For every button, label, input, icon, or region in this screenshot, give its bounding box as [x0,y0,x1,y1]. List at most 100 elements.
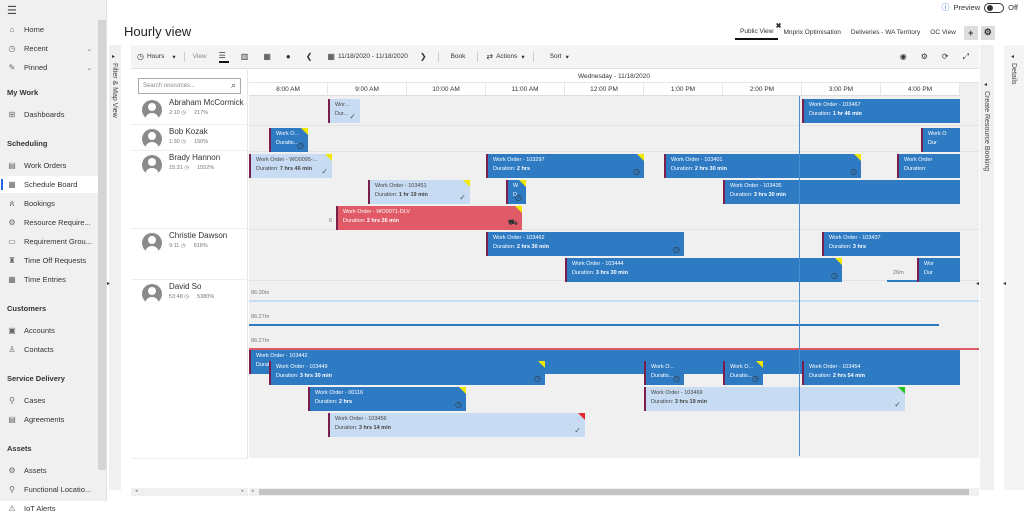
sidebar-item-assets[interactable]: ⚙ Assets [0,462,98,479]
sidebar-item-recent[interactable]: ◷ Recent ⌄ [0,40,98,57]
booking-card[interactable]: W D ◷ [506,180,526,204]
resource-name[interactable]: Brady Hannon [169,153,220,162]
expand-icon[interactable]: ⤢ [963,52,969,62]
details-panel-toggle[interactable]: ◂ Details ◂ [1003,45,1024,490]
filter-map-panel-toggle[interactable]: ▸ Filter & Map View ▸ [107,45,121,490]
add-tab-button[interactable]: + [963,25,978,40]
chevron-down-icon[interactable]: ⌄ [86,64,92,72]
next-date-button[interactable]: ❯ [420,52,430,61]
booking-card[interactable]: Work O Dur [921,128,960,152]
booking-card[interactable]: Work Order - 103467 Duration: 1 hr 46 mi… [802,99,960,123]
schedule-grid[interactable]: Wednesday - 11/18/2020 8:00 AM 9:00 AM 10:… [249,70,979,488]
actions-dropdown[interactable]: ⇄ Actions ▾ [486,52,524,61]
duration-prefix: Duration: [315,399,339,405]
booking-card[interactable]: Work Order - 103436 Duration: 3 hrs 30 m… [723,180,960,204]
resource-row[interactable]: Bob Kozak 1:30 ◷ 150% [131,125,248,151]
chevron-down-icon[interactable]: ⌄ [86,45,92,53]
scroll-left-icon[interactable]: ◂ [251,488,254,494]
settings-gear-icon[interactable]: ⚙ [921,52,928,62]
booking-card[interactable]: Work Order - 103451 Duration: 1 hr 19 mi… [368,180,470,204]
scroll-left-icon[interactable]: ◂ [135,488,138,494]
sidebar-item-work-orders[interactable]: ▤ Work Orders [0,157,98,174]
booking-card[interactable]: Work Order - WO0071-DLV Duration: 2 hrs … [336,206,522,230]
booking-card[interactable]: Work Order - 103449 Duration: 3 hrs 30 m… [269,361,545,385]
sidebar-item-cases[interactable]: ⚲ Cases [0,392,98,409]
booking-card[interactable]: Work Order - 103462 Duration: 2 hrs 30 m… [486,232,684,256]
preview-toggle[interactable] [984,2,1005,13]
sidebar-item-schedule-board[interactable]: ▦ Schedule Board [0,176,98,193]
sidebar-item-pinned[interactable]: ✎ Pinned ⌄ [0,59,98,76]
sidebar-item-label: Home [24,25,45,34]
booking-card[interactable]: Work Order - 103456 Duration: 3 hrs 14 m… [328,413,585,437]
sidebar-item-contacts[interactable]: ♙ Contacts [0,341,98,358]
booking-card[interactable]: Work Order - 103401 Duration: 2 hrs 30 m… [664,154,861,178]
duration-prefix: Duration: [671,166,695,172]
sidebar-item-agreements[interactable]: ▤ Agreements [0,411,98,428]
resource-name[interactable]: Abraham McCormick [169,98,244,107]
booking-card[interactable]: Work Order - 103454 Duration: 2 hrs 54 m… [802,361,960,385]
create-resource-booking-panel-toggle[interactable]: ◂ Create Resource Booking ◂ [976,45,994,490]
booking-card[interactable]: Work Order - 00116 Duration: 2 hrs ◷ [308,387,466,411]
search-icon[interactable]: ⌕ [231,80,236,91]
booking-title: Work Order - 103297 [493,157,545,163]
resource-row[interactable]: Brady Hannon 15:31 ◷ 1552% [131,151,248,229]
sidebar-item-bookings[interactable]: ጸ Bookings [0,195,98,212]
hours-dropdown[interactable]: ◷ Hours ▾ [137,52,176,61]
sidebar-item-dashboards[interactable]: ⊞ Dashboards [0,106,98,123]
booking-card[interactable]: Work Order - 103297 Duration: 2 hrs ◷ [486,154,644,178]
collapse-arrow-icon[interactable]: ◂ [976,280,979,287]
scrollbar-thumb[interactable] [259,489,969,495]
iot-icon: ⚠ [8,504,16,513]
booked-hours: 1:30 [169,139,180,145]
resource-row[interactable]: Abraham McCormick 2:10 ◷ 217% [131,96,248,125]
date-picker[interactable]: ▦ 11/18/2020 - 11/18/2020 [327,52,407,61]
list-view-button[interactable]: ☰ [218,51,229,63]
sidebar-item-accounts[interactable]: ▣ Accounts [0,322,98,339]
booking-card[interactable]: Work Order - 103444 Duration: 3 hrs 30 m… [565,258,842,282]
vertical-view-button[interactable]: ▥ [241,52,252,61]
tab-public-view[interactable]: Public View ✖ [735,23,781,40]
nav-scrollbar[interactable] [98,20,106,470]
refresh-icon[interactable]: ⟳ [942,52,949,62]
resource-name[interactable]: Christie Dawson [169,231,227,240]
sidebar-item-time-off-requests[interactable]: ♜ Time Off Requests [0,252,98,269]
sort-dropdown[interactable]: Sort ▾ [550,53,569,61]
resource-name[interactable]: Bob Kozak [169,127,208,136]
resource-name[interactable]: David So [169,282,201,291]
sidebar-item-requirement-grou[interactable]: ▭ Requirement Grou... [0,233,98,250]
booking-card[interactable]: Wor... Dur... ✓ [328,99,360,123]
tab-deliveries-wa-territory[interactable]: Deliveries - WA Territory [846,26,925,39]
booking-card[interactable]: Work O... Duratio... ◷ [269,128,308,152]
previous-date-button[interactable]: ❮ [306,52,316,61]
sidebar-item-time-entries[interactable]: ▦ Time Entries [0,271,98,288]
hamburger-menu-icon[interactable]: ☰ [7,4,17,17]
collapse-arrow-icon[interactable]: ◂ [1003,280,1006,287]
booking-card[interactable]: Work Order - 103469 Duration: 3 hrs 19 m… [644,387,905,411]
eye-icon[interactable]: ◉ [900,52,907,62]
booking-card[interactable]: Work O... Duratio... ◷ [723,361,763,385]
sidebar-item-label: Resource Require... [24,218,91,227]
booking-card[interactable]: Work Order Duration: [897,154,960,178]
book-button[interactable]: Book [451,53,466,60]
booking-duration: Duration: 2 hrs 30 min [493,244,684,250]
grid-horizontal-scrollbar[interactable]: ◂ [249,488,979,496]
sidebar-item-iot-alerts[interactable]: ⚠ IoT Alerts [0,500,98,517]
grid-view-button[interactable]: ▦ [263,52,274,61]
sidebar-item-home[interactable]: ⌂ Home [0,21,98,38]
collapse-arrow-icon[interactable]: ▸ [107,280,110,287]
resource-horizontal-scrollbar[interactable]: ◂ ▸ [131,488,248,496]
booking-card[interactable]: Work Order - WO0095-... Duration: 7 hrs … [249,154,332,178]
booking-card[interactable]: Work Order - 103437 Duration: 3 hrs [822,232,960,256]
resource-row[interactable]: David So 53:48 ◷ 5380% [131,280,248,485]
tab-mnprix-optimisation[interactable]: Mnprix Optimisation [778,26,845,39]
search-resources-input[interactable]: Search resources... ⌕ [138,78,241,94]
sidebar-item-functional-locatio[interactable]: ⚲ Functional Locatio... [0,481,98,498]
sidebar-item-resource-require[interactable]: ⚙ Resource Require... [0,214,98,231]
booking-card[interactable]: Wor Dur [917,258,960,282]
booking-card[interactable]: Work O... Duratio... ◷ [644,361,684,385]
resource-row[interactable]: Christie Dawson 9:11 ◷ 918% [131,229,248,280]
scroll-right-icon[interactable]: ▸ [241,488,244,494]
tab-oc-view[interactable]: OC View [925,26,961,39]
board-settings-button[interactable]: ⚙ [980,25,995,40]
map-view-button[interactable]: ● [286,52,294,61]
